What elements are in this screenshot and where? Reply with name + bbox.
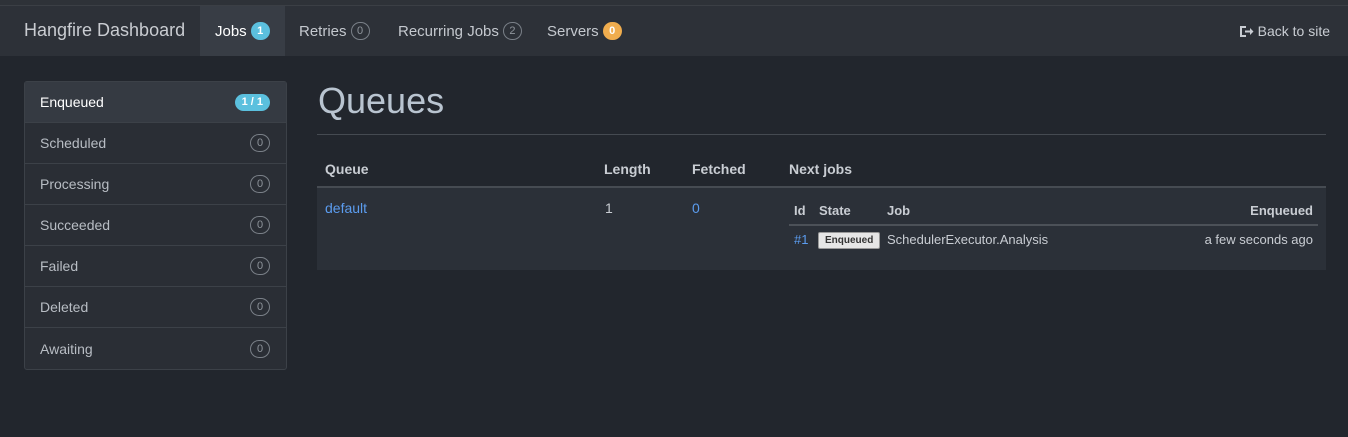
- title-divider: [317, 134, 1326, 135]
- header-state: State: [819, 203, 851, 218]
- back-to-site-label: Back to site: [1257, 23, 1330, 39]
- nav-recurring-label: Recurring Jobs: [398, 22, 499, 40]
- nav-jobs-label: Jobs: [215, 22, 247, 40]
- sidebar-item-label: Processing: [40, 176, 110, 192]
- header-queue: Queue: [325, 161, 369, 177]
- list-item: #1 Enqueued SchedulerExecutor.Analysis a…: [789, 226, 1318, 254]
- next-jobs-table: Id State Job Enqueued #1 Enqueued Schedu…: [789, 194, 1318, 254]
- header-job: Job: [887, 203, 911, 218]
- page-title: Queues: [318, 80, 445, 121]
- sign-out-icon: [1239, 25, 1254, 37]
- navbar: Hangfire Dashboard Jobs 1 Retries 0 Recu…: [0, 6, 1348, 56]
- queues-table: Queue Length Fetched Next jobs default 1…: [317, 159, 1326, 270]
- nav-servers-badge: 0: [602, 22, 622, 40]
- header-next-jobs: Next jobs: [789, 161, 853, 177]
- sidebar-count-badge: 0: [250, 175, 270, 193]
- job-id-link[interactable]: #1: [794, 232, 808, 247]
- sidebar-count-badge: 0: [250, 216, 270, 234]
- queue-fetched-link[interactable]: 0: [692, 200, 700, 216]
- nav-retries-badge: 0: [350, 22, 370, 40]
- sidebar-count-badge: 0: [250, 298, 270, 316]
- sidebar-item-deleted[interactable]: Deleted 0: [25, 287, 286, 328]
- job-enqueued-time: a few seconds ago: [1204, 232, 1313, 247]
- sidebar: Enqueued 1 / 1 Scheduled 0 Processing 0 …: [24, 81, 287, 370]
- nav-retries-label: Retries: [299, 22, 347, 40]
- nav-jobs-badge: 1: [250, 22, 270, 40]
- sidebar-item-processing[interactable]: Processing 0: [25, 164, 286, 205]
- header-length: Length: [604, 161, 651, 177]
- nav-recurring-badge: 2: [502, 22, 522, 40]
- queue-length: 1: [605, 200, 613, 216]
- sidebar-item-failed[interactable]: Failed 0: [25, 246, 286, 287]
- sidebar-item-scheduled[interactable]: Scheduled 0: [25, 123, 286, 164]
- back-to-site-link[interactable]: Back to site: [1239, 6, 1330, 56]
- nav-servers[interactable]: Servers 0: [532, 6, 637, 56]
- nav-servers-label: Servers: [547, 22, 599, 40]
- job-state-badge: Enqueued: [818, 231, 881, 249]
- header-enqueued: Enqueued: [1250, 203, 1313, 218]
- sidebar-item-label: Succeeded: [40, 217, 111, 233]
- queues-table-header: Queue Length Fetched Next jobs: [317, 159, 1326, 188]
- sidebar-count-badge: 0: [250, 134, 270, 152]
- sidebar-count-badge: 0: [250, 257, 270, 275]
- header-id: Id: [794, 203, 806, 218]
- sidebar-count-badge: 1 / 1: [234, 93, 270, 111]
- sidebar-count-badge: 0: [250, 339, 270, 358]
- sidebar-item-awaiting[interactable]: Awaiting 0: [25, 328, 286, 369]
- job-state-label: Enqueued: [818, 232, 881, 249]
- sidebar-item-label: Enqueued: [40, 94, 104, 110]
- sidebar-item-enqueued[interactable]: Enqueued 1 / 1: [25, 82, 286, 123]
- next-jobs-header: Id State Job Enqueued: [789, 194, 1318, 226]
- nav-jobs[interactable]: Jobs 1: [200, 6, 285, 56]
- queue-name-link[interactable]: default: [325, 200, 367, 216]
- sidebar-item-label: Failed: [40, 258, 79, 274]
- brand-title[interactable]: Hangfire Dashboard: [24, 20, 185, 41]
- job-name[interactable]: SchedulerExecutor.Analysis: [887, 232, 1048, 247]
- main-content: Queues Queue Length Fetched Next jobs de…: [317, 80, 1326, 270]
- sidebar-item-label: Scheduled: [40, 135, 107, 151]
- sidebar-item-label: Awaiting: [40, 340, 93, 357]
- header-fetched: Fetched: [692, 161, 746, 177]
- sidebar-item-succeeded[interactable]: Succeeded 0: [25, 205, 286, 246]
- nav-retries[interactable]: Retries 0: [284, 6, 385, 56]
- sidebar-item-label: Deleted: [40, 299, 89, 315]
- table-row: default 1 0 Id State Job Enqueued #1 Enq…: [317, 188, 1326, 270]
- nav-recurring-jobs[interactable]: Recurring Jobs 2: [383, 6, 537, 56]
